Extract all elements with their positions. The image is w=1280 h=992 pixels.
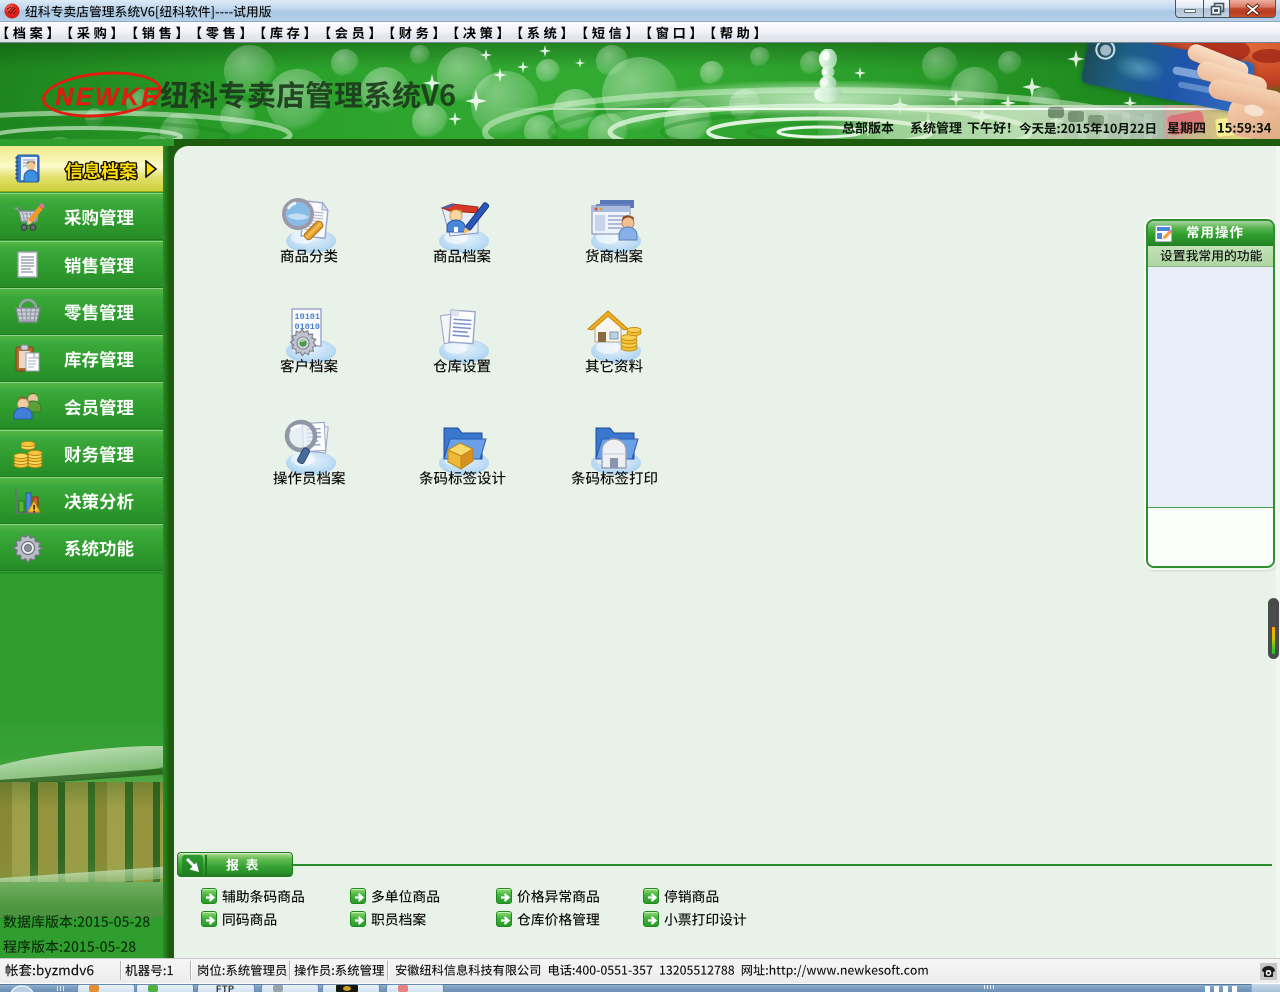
svg-text:10101: 10101	[295, 312, 321, 322]
